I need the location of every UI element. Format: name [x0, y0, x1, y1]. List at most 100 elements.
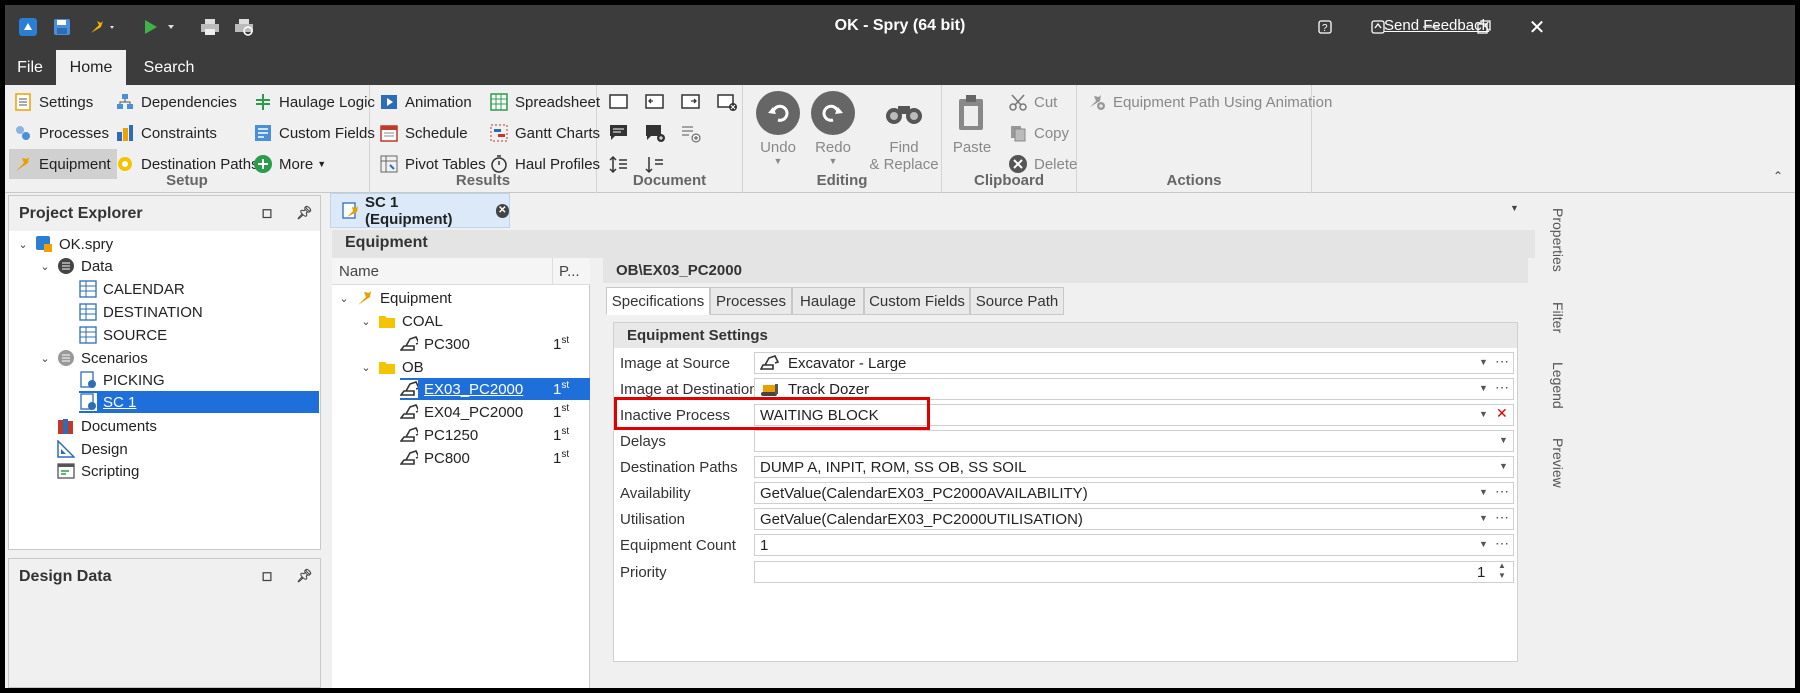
- dependencies-button[interactable]: Dependencies: [115, 87, 237, 117]
- ellipsis-icon[interactable]: ⋯: [1495, 379, 1509, 396]
- tab-haulage[interactable]: Haulage: [792, 287, 864, 315]
- equipment-row-pc300[interactable]: PC300 1st: [400, 333, 590, 355]
- tab-list-dropdown-icon[interactable]: ▼: [1510, 203, 1519, 213]
- column-header-priority[interactable]: P...: [552, 258, 580, 285]
- tree-node-destination[interactable]: DESTINATION: [79, 301, 203, 323]
- clear-x-icon[interactable]: ✕: [1496, 405, 1508, 422]
- equipment-row-ex03-pc2000[interactable]: EX03_PC2000 1st: [400, 378, 590, 400]
- schedule-button[interactable]: Schedule: [379, 118, 468, 148]
- dropdown-arrow-icon[interactable]: ▼: [1479, 539, 1488, 549]
- window-left-icon[interactable]: [645, 93, 667, 115]
- dropdown-arrow-icon[interactable]: ▼: [1499, 435, 1508, 445]
- chevron-down-icon[interactable]: ⌄: [360, 315, 372, 328]
- column-header-name[interactable]: Name: [339, 263, 379, 280]
- panel-maximize-icon[interactable]: ◻: [259, 568, 275, 584]
- tree-node-data[interactable]: ⌄ Data: [39, 255, 112, 277]
- equipment-row-ex04-pc2000[interactable]: EX04_PC2000 1st: [400, 401, 590, 423]
- spreadsheet-button[interactable]: Spreadsheet: [489, 87, 600, 117]
- settings-button[interactable]: Settings: [13, 87, 93, 117]
- tree-node-coal[interactable]: ⌄ COAL: [360, 310, 442, 332]
- tab-file[interactable]: File: [5, 50, 55, 85]
- tab-custom-fields[interactable]: Custom Fields: [864, 287, 970, 315]
- equipment-row-pc800[interactable]: PC800 1st: [400, 447, 590, 469]
- custom-fields-button[interactable]: Custom Fields: [253, 118, 375, 148]
- paste-button[interactable]: Paste: [942, 85, 1002, 185]
- haulage-logic-button[interactable]: Haulage Logic: [253, 87, 375, 117]
- collapse-ribbon-icon[interactable]: ⌃: [1773, 169, 1783, 183]
- comment-add-icon[interactable]: [645, 124, 667, 146]
- equipment-path-animation-button[interactable]: Equipment Path Using Animation: [1087, 87, 1332, 117]
- dropdown-arrow-icon[interactable]: ▼: [1479, 513, 1488, 523]
- dropdown-arrow-icon[interactable]: ▼: [1499, 461, 1508, 471]
- priority-spinner[interactable]: 1 ▲ ▼: [754, 561, 1514, 583]
- doc-tab-sc1-equipment[interactable]: SC 1 (Equipment) ✕: [330, 193, 510, 228]
- delays-select[interactable]: ▼: [754, 430, 1514, 452]
- gantt-charts-button[interactable]: Gantt Charts: [489, 118, 600, 148]
- side-tab-properties[interactable]: Properties: [1542, 205, 1566, 275]
- image-source-select[interactable]: Excavator - Large ▼ ⋯: [754, 352, 1514, 374]
- side-tab-legend[interactable]: Legend: [1542, 360, 1566, 410]
- ellipsis-icon[interactable]: ⋯: [1495, 535, 1509, 552]
- tree-node-root[interactable]: ⌄ OK.spry: [17, 233, 113, 255]
- pin-icon[interactable]: 📌︎: [296, 568, 313, 584]
- close-tab-icon[interactable]: ✕: [495, 203, 509, 218]
- tab-home[interactable]: Home: [56, 50, 126, 85]
- minimize-icon[interactable]: —: [1411, 13, 1451, 41]
- ellipsis-icon[interactable]: ⋯: [1495, 483, 1509, 500]
- availability-field[interactable]: GetValue(CalendarEX03_PC2000AVAILABILITY…: [754, 482, 1514, 504]
- tree-node-design[interactable]: Design: [57, 438, 128, 460]
- copy-button[interactable]: Copy: [1008, 118, 1069, 148]
- tree-node-scripting[interactable]: Scripting: [57, 460, 139, 482]
- tree-node-sc1[interactable]: SC 1: [79, 391, 319, 413]
- window-right-icon[interactable]: [681, 93, 703, 115]
- new-window-icon[interactable]: [609, 93, 631, 115]
- tab-source-path[interactable]: Source Path: [970, 287, 1064, 315]
- side-tab-filter[interactable]: Filter: [1542, 298, 1566, 338]
- maximize-icon[interactable]: [1464, 13, 1504, 41]
- constraints-button[interactable]: Constraints: [115, 118, 217, 148]
- dropdown-arrow-icon[interactable]: ▼: [1479, 383, 1488, 393]
- tab-specifications[interactable]: Specifications: [606, 287, 710, 315]
- equipment-count-field[interactable]: 1 ▼ ⋯: [754, 534, 1514, 556]
- tree-node-picking[interactable]: PICKING: [79, 369, 165, 391]
- help-icon[interactable]: ?: [1305, 13, 1345, 41]
- equipment-settings-grid: Equipment Settings Image at Source Excav…: [613, 322, 1518, 662]
- equipment-row-pc1250[interactable]: PC1250 1st: [400, 424, 590, 446]
- tree-node-calendar[interactable]: CALENDAR: [79, 278, 185, 300]
- destination-paths-select[interactable]: DUMP A, INPIT, ROM, SS OB, SS SOIL ▼: [754, 456, 1514, 478]
- processes-button[interactable]: Processes: [13, 118, 109, 148]
- animation-button[interactable]: Animation: [379, 87, 472, 117]
- tab-search[interactable]: Search: [127, 50, 207, 85]
- chevron-down-icon[interactable]: ⌄: [17, 238, 29, 251]
- side-tab-preview[interactable]: Preview: [1542, 435, 1566, 490]
- tree-node-documents[interactable]: Documents: [57, 415, 157, 437]
- prop-label: Image at Source: [620, 355, 731, 372]
- tree-node-scenarios[interactable]: ⌄ Scenarios: [39, 347, 147, 369]
- tree-node-ob[interactable]: ⌄ OB: [360, 356, 423, 378]
- dropdown-arrow-icon[interactable]: ▼: [1479, 409, 1488, 419]
- find-replace-button[interactable]: Find & Replace: [869, 85, 939, 185]
- close-icon[interactable]: ✕: [1517, 13, 1557, 41]
- window-close-icon[interactable]: [717, 93, 739, 115]
- dropdown-arrow-icon[interactable]: ▼: [1479, 357, 1488, 367]
- chevron-down-icon[interactable]: ⌄: [338, 292, 350, 305]
- restore-layout-icon[interactable]: [1358, 13, 1398, 41]
- redo-button[interactable]: Redo ▼: [798, 85, 868, 185]
- ellipsis-icon[interactable]: ⋯: [1495, 509, 1509, 526]
- tree-node-equipment-root[interactable]: ⌄ Equipment: [338, 287, 451, 309]
- chevron-down-icon[interactable]: ⌄: [39, 352, 51, 365]
- dropdown-arrow-icon[interactable]: ▼: [1479, 487, 1488, 497]
- cut-button[interactable]: Cut: [1008, 87, 1057, 117]
- pin-icon[interactable]: 📌︎: [296, 205, 313, 221]
- tab-processes[interactable]: Processes: [710, 287, 792, 315]
- ellipsis-icon[interactable]: ⋯: [1495, 353, 1509, 370]
- panel-maximize-icon[interactable]: ◻: [259, 205, 275, 221]
- tree-node-source[interactable]: SOURCE: [79, 324, 167, 346]
- list-add-icon[interactable]: [681, 124, 703, 146]
- chevron-down-icon[interactable]: ⌄: [360, 361, 372, 374]
- comment-icon[interactable]: [609, 124, 631, 146]
- chevron-down-icon[interactable]: ⌄: [39, 260, 51, 273]
- prop-value: DUMP A, INPIT, ROM, SS OB, SS SOIL: [760, 458, 1027, 476]
- spinner-arrows-icon[interactable]: ▲ ▼: [1498, 561, 1506, 581]
- utilisation-field[interactable]: GetValue(CalendarEX03_PC2000UTILISATION)…: [754, 508, 1514, 530]
